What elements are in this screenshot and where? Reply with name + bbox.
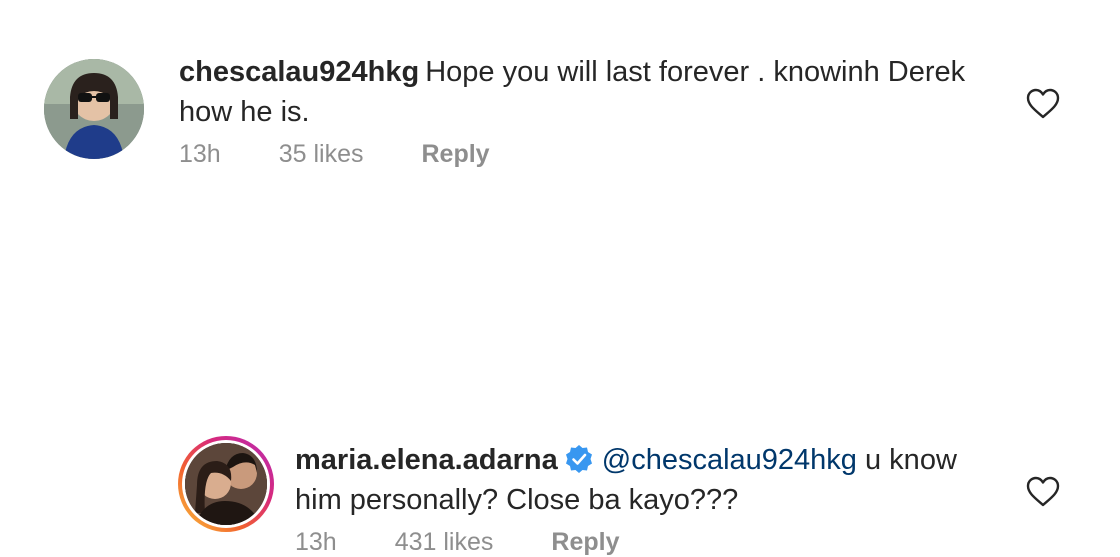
- comment-username[interactable]: maria.elena.adarna: [295, 444, 558, 476]
- comment-meta: 13h 431 likes Reply: [295, 528, 677, 557]
- comment-1: chescalau924hkg Hope you will last foreve…: [0, 0, 1120, 200]
- comment-likes[interactable]: 431 likes: [395, 528, 494, 557]
- comment-likes[interactable]: 35 likes: [279, 140, 364, 169]
- avatar-chescalau924hkg[interactable]: [44, 59, 144, 159]
- reply-button[interactable]: Reply: [421, 140, 489, 169]
- comment-username[interactable]: chescalau924hkg: [179, 56, 419, 88]
- avatar-maria-elena-adarna[interactable]: [185, 443, 267, 525]
- comment-text: chescalau924hkg Hope you will last foreve…: [179, 52, 999, 132]
- reply-button[interactable]: Reply: [551, 528, 619, 557]
- heart-icon[interactable]: [1026, 88, 1060, 120]
- comment-time[interactable]: 13h: [295, 528, 337, 557]
- comment-meta: 13h 35 likes Reply: [179, 140, 548, 169]
- heart-icon[interactable]: [1026, 476, 1060, 508]
- comment-2-reply: maria.elena.adarna @chescalau924hkg u kn…: [0, 200, 1120, 556]
- comment-time[interactable]: 13h: [179, 140, 221, 169]
- story-ring[interactable]: [178, 436, 274, 532]
- comment-text: maria.elena.adarna @chescalau924hkg u kn…: [295, 440, 995, 520]
- verified-badge-icon: [565, 445, 592, 473]
- mention-link[interactable]: @chescalau924hkg: [602, 444, 857, 476]
